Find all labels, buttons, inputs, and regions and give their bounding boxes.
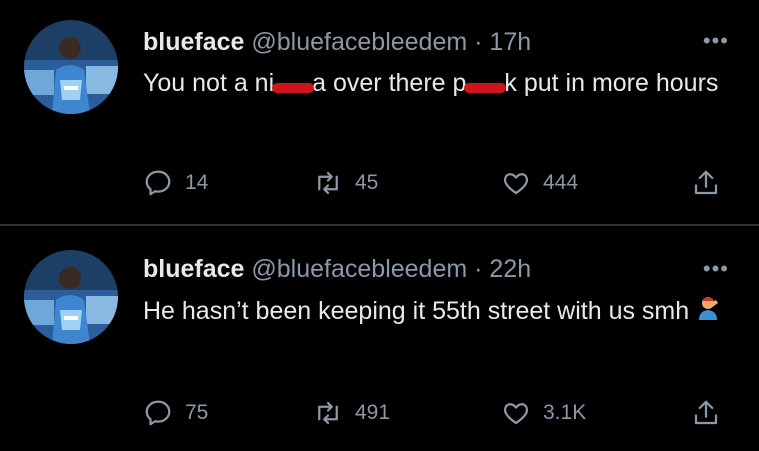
avatar[interactable] bbox=[24, 20, 118, 114]
reply-icon bbox=[145, 400, 171, 426]
reply-icon bbox=[145, 170, 171, 196]
retweet-icon bbox=[318, 171, 338, 195]
retweet-button[interactable]: 45 bbox=[313, 168, 378, 198]
tweet-text-body: He hasn’t been keeping it 55th street wi… bbox=[143, 297, 690, 325]
share-button[interactable] bbox=[691, 168, 721, 198]
display-name[interactable]: blueface bbox=[143, 28, 244, 56]
reply-count: 14 bbox=[185, 171, 209, 194]
tweet-text: You not a ni a over there p k put in more … bbox=[143, 64, 733, 102]
more-options-icon[interactable]: ••• bbox=[703, 28, 729, 54]
share-icon bbox=[694, 170, 718, 195]
retweet-count: 491 bbox=[355, 401, 391, 424]
reply-button[interactable]: 14 bbox=[143, 168, 208, 198]
heart-icon bbox=[503, 173, 529, 195]
retweet-icon bbox=[318, 401, 338, 425]
tweet-text-part-1: You not a ni bbox=[143, 69, 275, 97]
like-button[interactable]: 3.1K bbox=[501, 398, 586, 428]
separator-dot: · bbox=[474, 255, 483, 283]
like-button[interactable]: 444 bbox=[501, 168, 578, 198]
display-name[interactable]: blueface bbox=[143, 255, 244, 283]
tweet-text-part-2: a over there p bbox=[312, 69, 467, 97]
tweet-text-part-3: k put in more hours bbox=[504, 69, 719, 97]
more-options-icon[interactable]: ••• bbox=[703, 256, 729, 282]
retweet-count: 45 bbox=[355, 171, 379, 194]
avatar-image bbox=[24, 20, 118, 114]
share-button[interactable] bbox=[691, 398, 721, 428]
timestamp[interactable]: 17h bbox=[489, 28, 531, 56]
share-icon bbox=[694, 400, 718, 425]
tweet-header: blueface @bluefacebleedem · 22h bbox=[143, 255, 531, 284]
timestamp[interactable]: 22h bbox=[489, 255, 531, 283]
reply-count: 75 bbox=[185, 401, 209, 424]
heart-icon bbox=[503, 403, 529, 425]
avatar-image bbox=[24, 250, 118, 344]
like-count: 3.1K bbox=[543, 401, 587, 424]
user-handle[interactable]: @bluefacebleedem bbox=[251, 255, 467, 283]
tweet-1[interactable]: blueface @bluefacebleedem · 17h ••• You … bbox=[0, 0, 759, 224]
separator-dot: · bbox=[474, 28, 483, 56]
redaction-mark bbox=[272, 83, 315, 94]
man-facepalming-emoji bbox=[695, 293, 721, 331]
tweet-header: blueface @bluefacebleedem · 17h bbox=[143, 28, 531, 57]
tweet-text: He hasn’t been keeping it 55th street wi… bbox=[143, 292, 733, 331]
avatar[interactable] bbox=[24, 250, 118, 344]
user-handle[interactable]: @bluefacebleedem bbox=[251, 28, 467, 56]
retweet-button[interactable]: 491 bbox=[313, 398, 390, 428]
redaction-mark bbox=[464, 83, 507, 94]
reply-button[interactable]: 75 bbox=[143, 398, 208, 428]
like-count: 444 bbox=[543, 171, 579, 194]
tweet-2[interactable]: blueface @bluefacebleedem · 22h ••• He h… bbox=[0, 226, 759, 451]
action-bar: 14 45 444 bbox=[143, 168, 733, 198]
action-bar: 75 491 3.1K bbox=[143, 398, 733, 428]
